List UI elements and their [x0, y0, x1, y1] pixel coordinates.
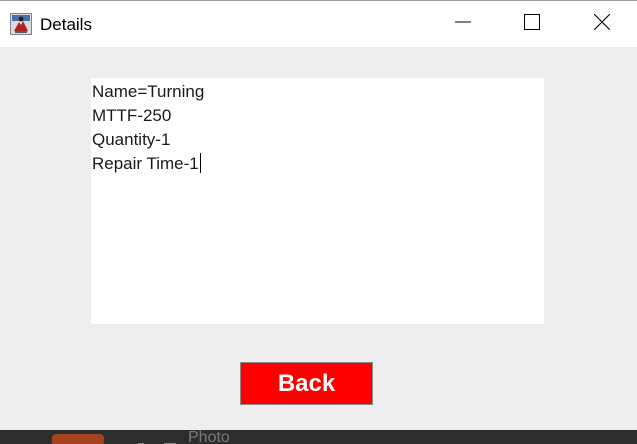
repair-time-text: Repair Time-1 — [92, 154, 199, 173]
minimize-icon — [455, 14, 471, 35]
taskbar-item-icon[interactable] — [138, 435, 178, 444]
details-line-mttf: MTTF-250 — [92, 106, 172, 125]
maximize-button[interactable] — [509, 1, 555, 47]
taskbar-item-label[interactable]: Photo — [188, 430, 230, 444]
taskbar: Photo — [0, 430, 637, 444]
window-title: Details — [40, 15, 92, 34]
close-icon — [593, 13, 611, 35]
details-line-name: Name=Turning — [92, 82, 205, 101]
minimize-button[interactable] — [440, 1, 486, 47]
title-bar[interactable]: Details — [0, 1, 637, 47]
details-line-repair-time: Repair Time-1 — [92, 152, 543, 176]
text-caret — [199, 153, 201, 173]
close-button[interactable] — [579, 1, 625, 47]
details-window: Details Name=Turning MTTF-250 Quantity-1… — [0, 0, 637, 430]
details-line-quantity: Quantity-1 — [92, 130, 171, 149]
maximize-icon — [524, 13, 540, 35]
taskbar-app-icon[interactable] — [52, 434, 104, 444]
java-app-icon — [10, 13, 32, 35]
details-text-area[interactable]: Name=Turning MTTF-250 Quantity-1 Repair … — [91, 78, 544, 324]
back-button[interactable]: Back — [240, 362, 373, 405]
